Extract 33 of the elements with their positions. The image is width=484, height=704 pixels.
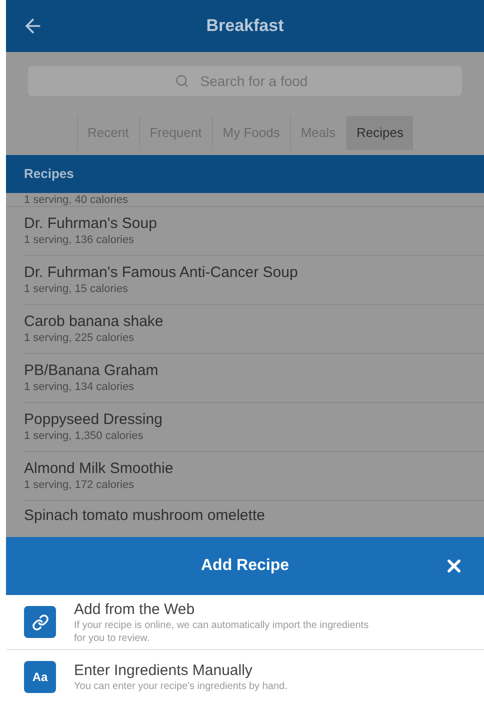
recipe-row[interactable]: Poppyseed Dressing 1 serving, 1,350 calories [24,403,484,452]
recipe-detail: 1 serving, 15 calories [24,282,129,296]
option-title: Enter Ingredients Manually [74,661,254,680]
sheet-title: Add Recipe [200,556,289,576]
recipe-name: Poppyseed Dressing [24,411,164,429]
section-header: Recipes [6,155,484,193]
recipe-name: Spinach tomato mushroom omelette [24,507,266,525]
recipe-detail: 1 serving, 136 calories [24,233,136,247]
recipe-row[interactable]: Almond Milk Smoothie 1 serving, 172 calories [24,452,484,501]
recipe-row[interactable]: Dr. Fuhrman's Famous Anti-Cancer Soup 1 serving, 15 calories [24,256,484,305]
recipe-name: Almond Milk Smoothie [24,460,174,478]
recipe-row[interactable]: Dr. Fuhrman's Soup 1 serving, 136 calories [24,207,484,256]
text-format-icon: Aa [24,661,56,693]
option-description: You can enter your recipe's ingredients by hand. [74,680,288,693]
option-description: If your recipe is online, we can automatically import the ingredients for you to review. [74,618,370,644]
recipe-detail: 1 serving, 40 calories [24,194,128,206]
page-title: Breakfast [206,15,284,38]
recipe-detail: 1 serving, 225 calories [24,331,136,345]
search-icon [175,74,189,88]
filter-tab[interactable]: Recipes [346,116,414,150]
recipe-detail: 1 serving, 172 calories [24,478,136,492]
recipe-name: Carob banana shake [24,313,164,331]
option-title: Add from the Web [74,600,196,618]
add-recipe-option[interactable]: Add from the Web If your recipe is online, we can automatically import the ingredients for you to review. [6,595,484,650]
recipe-row[interactable]: PB/Banana Graham 1 serving, 134 calories [24,354,484,403]
recipe-name: PB/Banana Graham [24,362,160,380]
recipe-detail: 1 serving, 134 calories [24,380,136,394]
add-recipe-option[interactable]: Aa Enter Ingredients Manually You can enter your recipe's ingredients by hand. [6,650,484,704]
recipe-name: Dr. Fuhrman's Soup [24,215,158,233]
link-icon [24,606,56,638]
recipe-detail: 1 serving, 1,350 calories [24,429,144,443]
recipe-row[interactable]: Carob banana shake 1 serving, 225 calories [24,305,484,354]
recipe-name: Dr. Fuhrman's Famous Anti-Cancer Soup [24,264,299,282]
